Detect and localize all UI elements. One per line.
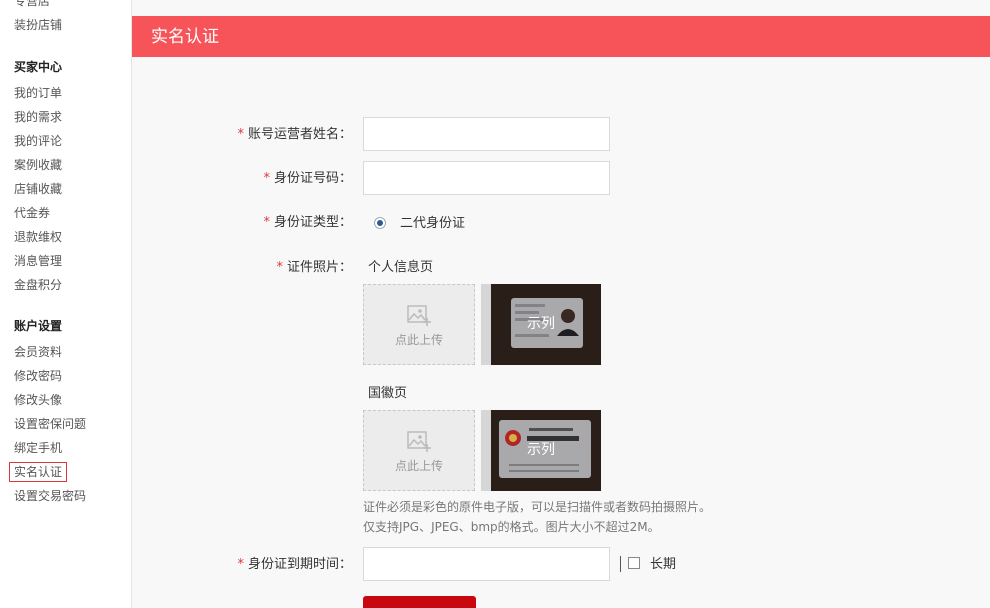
sample-text: 示列 xyxy=(527,442,555,458)
radio-selected-icon xyxy=(377,220,383,226)
upload-text: 点此上传 xyxy=(394,333,443,347)
sidebar-heading-account-settings: 账户设置 xyxy=(14,319,63,333)
required-mark: * xyxy=(237,127,244,142)
upload-image-icon xyxy=(407,305,431,326)
sidebar-item-change-password[interactable]: 修改密码 xyxy=(14,369,62,383)
expiry-label: * 身份证到期时间： xyxy=(237,557,352,572)
sidebar-item-change-avatar[interactable]: 修改头像 xyxy=(14,393,62,407)
emblem-page-sample: 示列 xyxy=(481,410,601,491)
sidebar-item-messages[interactable]: 消息管理 xyxy=(14,254,62,268)
required-mark: * xyxy=(276,260,283,275)
personal-page-sample: 示列 xyxy=(481,284,601,365)
id-number-input[interactable] xyxy=(363,161,610,195)
emblem-page-label: 国徽页 xyxy=(368,386,408,401)
sidebar-item-refunds[interactable]: 退款维权 xyxy=(14,230,62,244)
sidebar-item-store-favorites[interactable]: 店铺收藏 xyxy=(14,182,62,196)
page-title-bar: 实名认证 xyxy=(132,16,990,57)
sidebar-item-gold-points[interactable]: 金盘积分 xyxy=(14,278,62,292)
id-type-option-label[interactable]: 二代身份证 xyxy=(400,216,465,232)
emblem-page-upload[interactable]: 点此上传 xyxy=(363,410,475,491)
id-type-radio[interactable] xyxy=(374,217,386,229)
sidebar-item-decorate-store[interactable]: 装扮店铺 xyxy=(14,18,62,32)
long-term-checkbox[interactable] xyxy=(628,557,640,569)
sidebar-item-real-name-auth[interactable]: 实名认证 xyxy=(9,462,68,482)
required-mark: * xyxy=(263,171,270,186)
sidebar-item-bind-phone[interactable]: 绑定手机 xyxy=(14,441,62,455)
expiry-date-input[interactable] xyxy=(363,547,610,581)
upload-text: 点此上传 xyxy=(394,459,443,473)
sidebar: 专营店 装扮店铺 买家中心 我的订单 我的需求 我的评论 案例收藏 店铺收藏 代… xyxy=(0,0,132,608)
upload-image-icon xyxy=(407,431,431,452)
sidebar-item-security-questions[interactable]: 设置密保问题 xyxy=(14,417,86,431)
required-mark: * xyxy=(263,215,270,230)
sidebar-item-my-demands[interactable]: 我的需求 xyxy=(14,110,62,124)
divider xyxy=(620,556,621,572)
sidebar-item-case-favorites[interactable]: 案例收藏 xyxy=(14,158,62,172)
operator-name-label: * 账号运营者姓名： xyxy=(237,127,352,142)
sidebar-item-specialty-store[interactable]: 专营店 xyxy=(14,0,50,8)
sidebar-item-vouchers[interactable]: 代金券 xyxy=(14,206,50,220)
id-number-label: * 身份证号码： xyxy=(263,171,352,186)
personal-page-label: 个人信息页 xyxy=(368,260,434,275)
photo-format-note: 仅支持JPG、JPEG、bmp的格式。图片大小不超过2M。 xyxy=(363,520,660,534)
sample-text: 示列 xyxy=(527,316,555,332)
personal-page-upload[interactable]: 点此上传 xyxy=(363,284,475,365)
sidebar-heading-buyer-center: 买家中心 xyxy=(14,60,63,74)
sidebar-item-member-profile[interactable]: 会员资料 xyxy=(14,345,62,359)
photos-label: * 证件照片： xyxy=(276,260,352,275)
id-type-label: * 身份证类型： xyxy=(263,215,352,230)
sidebar-item-my-orders[interactable]: 我的订单 xyxy=(14,86,62,100)
sidebar-item-my-reviews[interactable]: 我的评论 xyxy=(14,134,62,148)
sidebar-item-trade-password[interactable]: 设置交易密码 xyxy=(14,489,86,503)
long-term-label[interactable]: 长期 xyxy=(650,557,676,573)
main-content: 实名认证 * 账号运营者姓名： * 身份证号码： * 身份证类型： 二代身份证 * 证件… xyxy=(132,0,990,608)
page-title: 实名认证 xyxy=(151,27,219,47)
operator-name-input[interactable] xyxy=(363,117,610,151)
required-mark: * xyxy=(237,557,244,572)
photo-requirement-note: 证件必须是彩色的原件电子版，可以是扫描件或者数码拍摄照片。 xyxy=(363,500,712,514)
submit-button[interactable] xyxy=(363,596,476,608)
